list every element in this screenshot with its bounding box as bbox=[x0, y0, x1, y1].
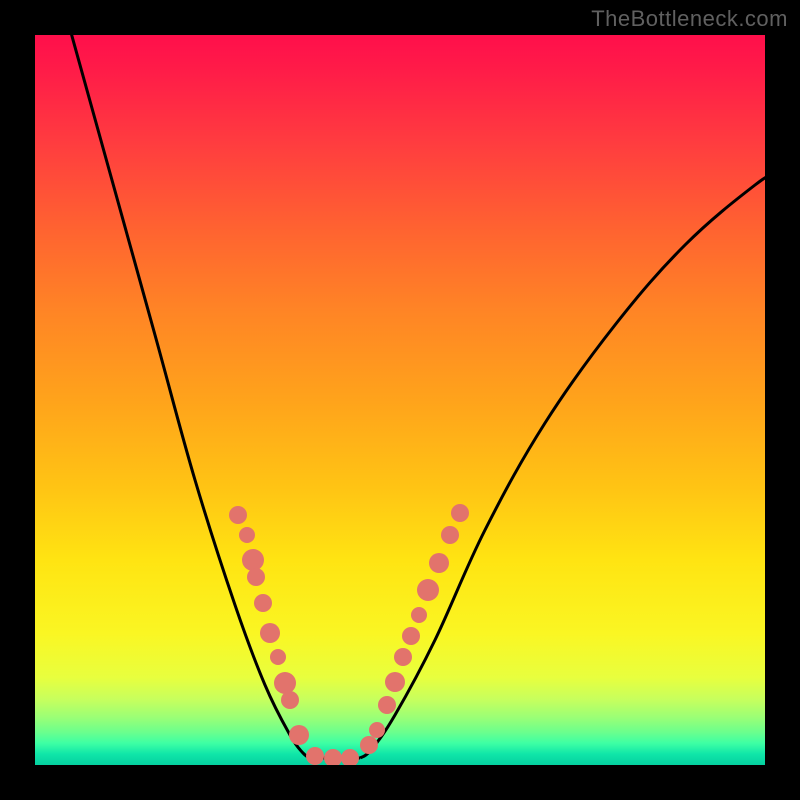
data-point bbox=[289, 725, 309, 745]
data-point bbox=[274, 672, 296, 694]
data-point bbox=[417, 579, 439, 601]
data-point bbox=[254, 594, 272, 612]
chart-frame: TheBottleneck.com bbox=[0, 0, 800, 800]
watermark-text: TheBottleneck.com bbox=[591, 6, 788, 32]
data-point bbox=[402, 627, 420, 645]
data-point bbox=[242, 549, 264, 571]
curve-layer bbox=[35, 35, 765, 765]
data-point bbox=[441, 526, 459, 544]
data-point bbox=[411, 607, 427, 623]
data-point bbox=[247, 568, 265, 586]
data-point bbox=[341, 749, 359, 765]
data-point bbox=[324, 749, 342, 765]
data-point bbox=[239, 527, 255, 543]
curve-markers bbox=[229, 504, 469, 765]
data-point bbox=[270, 649, 286, 665]
curve-right bbox=[360, 160, 765, 758]
data-point bbox=[394, 648, 412, 666]
curve-left bbox=[55, 35, 310, 758]
bottleneck-curve bbox=[55, 35, 765, 758]
data-point bbox=[385, 672, 405, 692]
plot-area bbox=[35, 35, 765, 765]
data-point bbox=[281, 691, 299, 709]
data-point bbox=[369, 722, 385, 738]
data-point bbox=[306, 747, 324, 765]
data-point bbox=[260, 623, 280, 643]
data-point bbox=[429, 553, 449, 573]
data-point bbox=[360, 736, 378, 754]
data-point bbox=[378, 696, 396, 714]
data-point bbox=[229, 506, 247, 524]
data-point bbox=[451, 504, 469, 522]
